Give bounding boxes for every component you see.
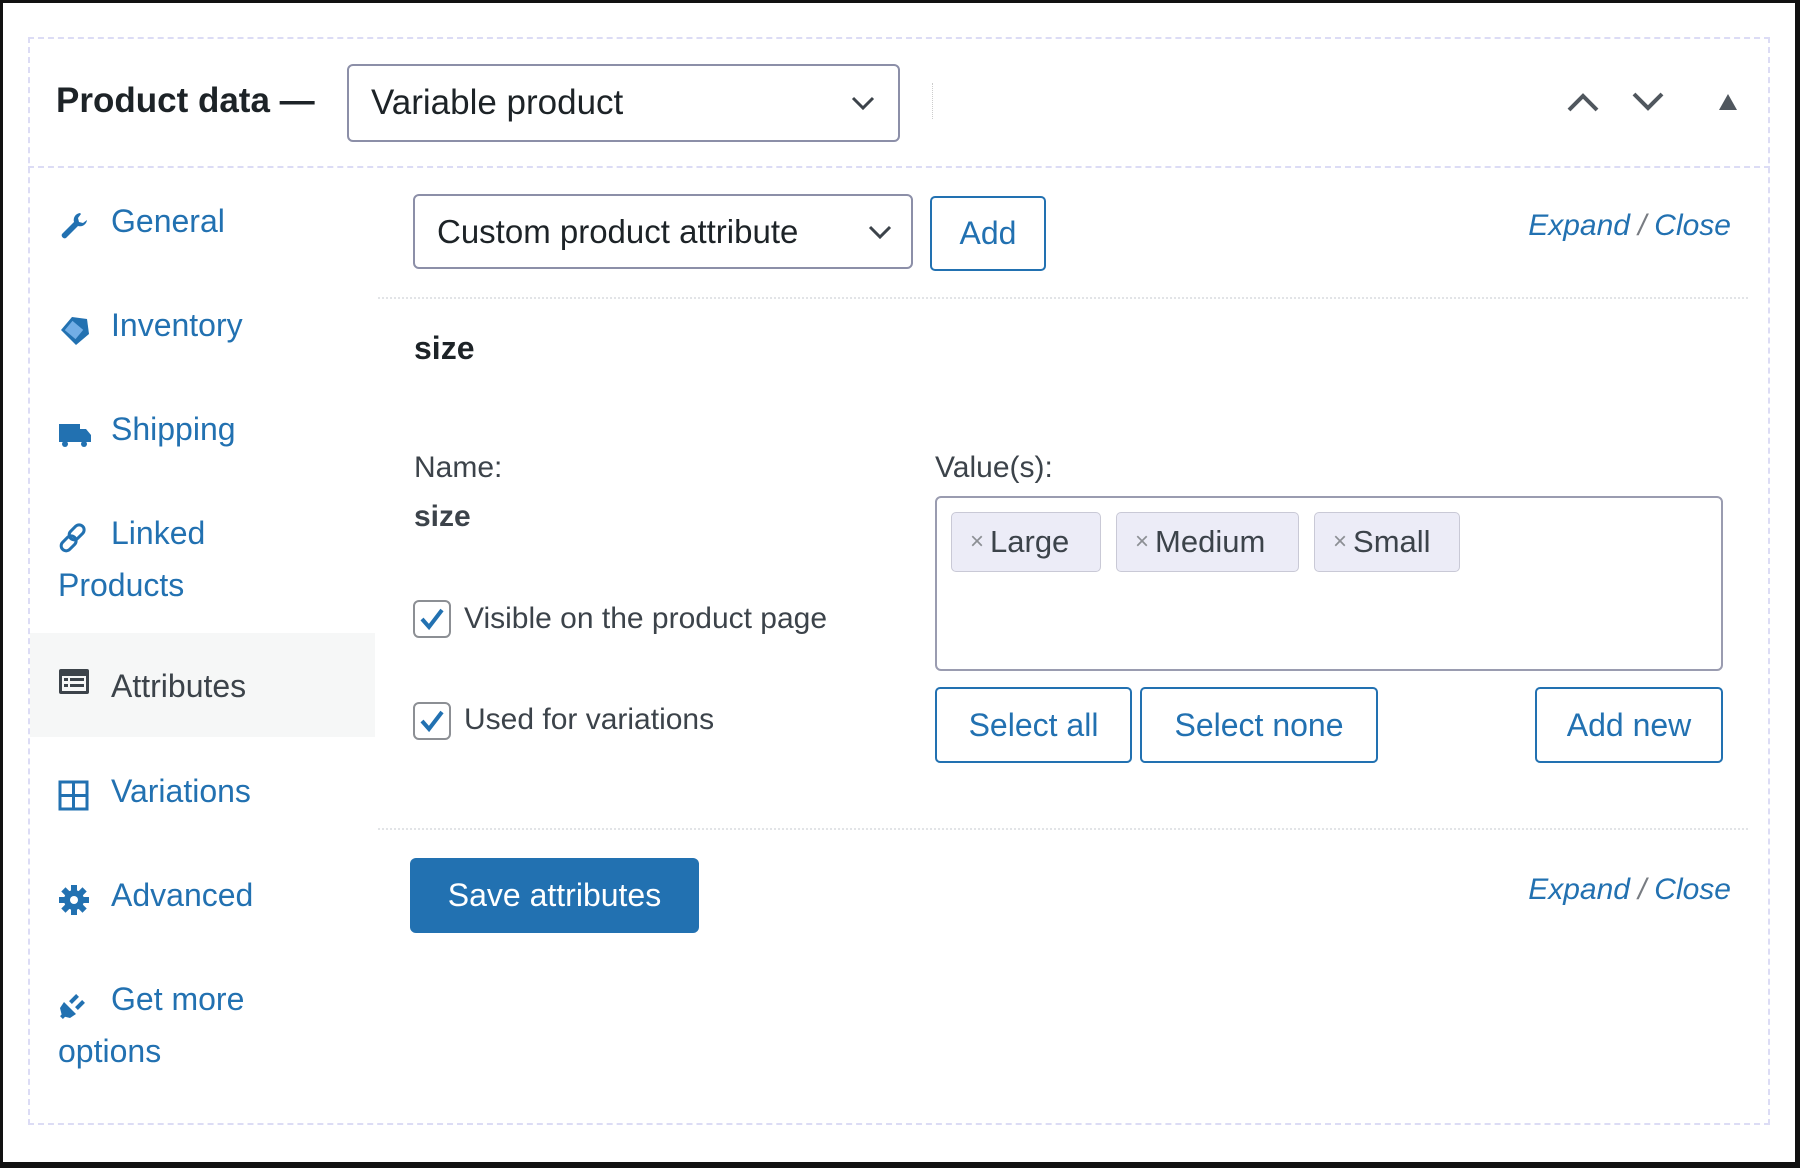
sidebar-item-label: Get more <box>111 981 245 1017</box>
remove-tag-icon[interactable]: × <box>970 528 984 556</box>
screenshot-canvas: Product data — Variable product General … <box>3 3 1795 1162</box>
value-tag-label: Small <box>1353 524 1431 559</box>
sidebar-item-label: Attributes <box>111 668 247 704</box>
visible-on-product-page-label: Visible on the product page <box>464 602 828 635</box>
value-tag-small: × Small <box>1314 512 1460 572</box>
sidebar-item-label: Inventory <box>111 307 243 343</box>
name-value: size <box>414 500 471 533</box>
expand-all-link[interactable]: Expand <box>1528 209 1630 242</box>
save-attributes-button[interactable]: Save attributes <box>410 858 699 933</box>
remove-tag-icon[interactable]: × <box>1333 528 1347 556</box>
sidebar-item-label: Shipping <box>111 411 236 447</box>
header-separator <box>932 83 933 119</box>
move-down-icon[interactable] <box>1630 87 1666 117</box>
attribute-type-select[interactable]: Custom product attribute <box>413 194 913 269</box>
truck-icon <box>58 413 91 447</box>
add-new-value-button[interactable]: Add new <box>1535 687 1723 763</box>
product-type-value: Variable product <box>371 83 624 122</box>
close-all-link[interactable]: Close <box>1654 873 1731 906</box>
expand-all-link[interactable]: Expand <box>1528 873 1630 906</box>
chevron-down-icon <box>867 219 893 245</box>
move-up-icon[interactable] <box>1565 87 1601 117</box>
product-data-tabs: General Inventory Shipping Linked Produc… <box>30 168 375 1123</box>
toolbar-divider <box>378 297 1748 299</box>
attribute-divider <box>378 828 1748 830</box>
wrench-icon <box>58 205 90 239</box>
chevron-down-icon <box>850 90 876 116</box>
grid-icon <box>58 775 90 811</box>
attribute-type-value: Custom product attribute <box>437 212 799 250</box>
values-label: Value(s): <box>935 451 1053 484</box>
tag-icon <box>58 309 90 345</box>
name-label: Name: <box>414 451 503 484</box>
link-icon <box>58 517 90 553</box>
sidebar-item-attributes[interactable]: Attributes <box>30 633 375 737</box>
expand-close-top: Expand / Close <box>1528 209 1731 243</box>
close-all-link[interactable]: Close <box>1654 209 1731 242</box>
plugin-icon <box>58 983 90 1019</box>
sidebar-item-label-line2: options <box>58 1033 162 1069</box>
select-all-button[interactable]: Select all <box>935 687 1132 763</box>
toggle-panel-icon[interactable] <box>1710 87 1746 117</box>
gear-icon <box>58 879 90 915</box>
attribute-heading[interactable]: size <box>414 330 474 367</box>
sidebar-item-label: General <box>111 203 225 239</box>
sidebar-item-label: Variations <box>111 773 251 809</box>
used-for-variations-checkbox[interactable] <box>413 702 451 740</box>
value-tag-label: Large <box>990 524 1070 559</box>
values-input[interactable]: × Large × Medium × Small <box>935 496 1723 671</box>
list-view-icon <box>58 660 90 694</box>
value-tag-label: Medium <box>1155 524 1266 559</box>
sidebar-item-label: Linked <box>111 515 206 551</box>
remove-tag-icon[interactable]: × <box>1135 528 1149 556</box>
expand-close-bottom: Expand / Close <box>1528 873 1731 907</box>
used-for-variations-label: Used for variations <box>464 703 715 736</box>
product-type-select[interactable]: Variable product <box>347 64 900 142</box>
sidebar-item-label: Advanced <box>111 877 254 913</box>
panel-title: Product data — <box>56 81 315 120</box>
add-attribute-button[interactable]: Add <box>930 196 1046 271</box>
checkmark-icon <box>420 710 444 733</box>
link-separator: / <box>1637 873 1647 906</box>
value-tag-medium: × Medium <box>1116 512 1299 572</box>
sidebar-item-label-line2: Products <box>58 567 185 603</box>
value-tag-large: × Large <box>951 512 1101 572</box>
select-none-button[interactable]: Select none <box>1140 687 1378 763</box>
link-separator: / <box>1637 209 1647 242</box>
checkmark-icon <box>420 608 444 631</box>
visible-on-product-page-checkbox[interactable] <box>413 600 451 638</box>
